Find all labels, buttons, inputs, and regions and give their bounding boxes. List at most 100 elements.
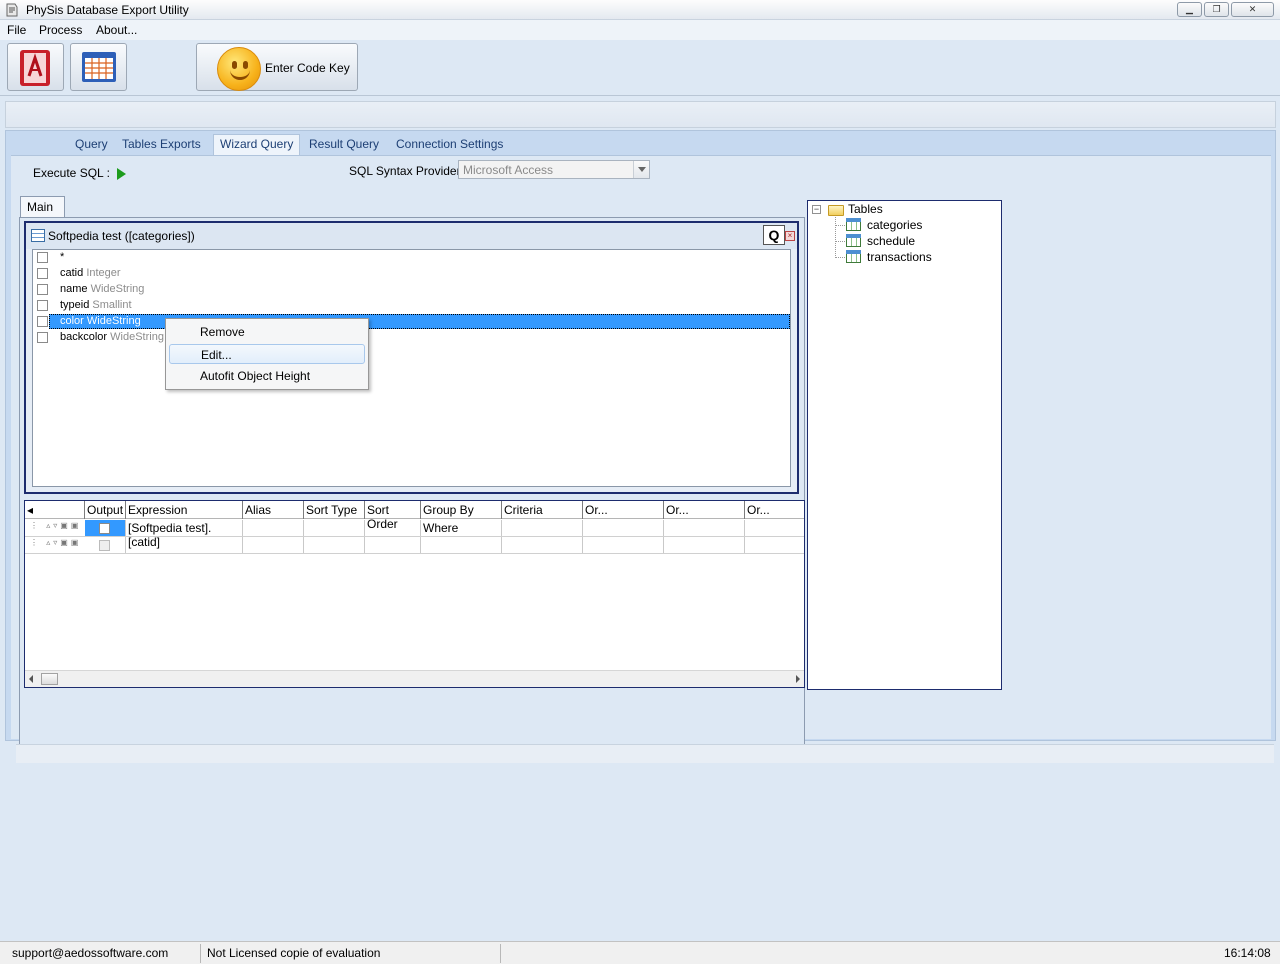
output-checkbox[interactable]: [99, 523, 110, 534]
close-icon[interactable]: ×: [785, 231, 795, 241]
maximize-button[interactable]: ❐: [1204, 2, 1229, 17]
access-icon: [20, 50, 50, 86]
column-header-expression[interactable]: Expression: [126, 501, 243, 519]
expression-cell[interactable]: [Softpedia test].[catid]: [126, 520, 243, 549]
scroll-thumb[interactable]: [41, 673, 58, 685]
alias-cell[interactable]: [243, 520, 304, 536]
toolbar: Enter Code Key: [0, 40, 1280, 96]
or-cell[interactable]: [745, 537, 804, 553]
tree-item-schedule[interactable]: schedule: [867, 234, 915, 250]
tab-query[interactable]: Query: [75, 137, 108, 156]
alias-cell[interactable]: [243, 537, 304, 553]
criteria-cell[interactable]: [502, 537, 583, 553]
tab-result-query[interactable]: Result Query: [309, 137, 379, 156]
syntax-provider-value: Microsoft Access: [463, 163, 554, 177]
menu-about[interactable]: About...: [96, 23, 137, 37]
table-object-window[interactable]: Softpedia test ([categories]) Q × * cati…: [24, 221, 799, 494]
chevron-down-icon[interactable]: [633, 161, 649, 178]
horizontal-scrollbar[interactable]: [25, 670, 804, 687]
table-export-button[interactable]: [70, 43, 127, 91]
collapse-icon[interactable]: −: [812, 205, 821, 214]
or-cell[interactable]: [745, 520, 804, 536]
sort-order-cell[interactable]: [365, 537, 421, 553]
table-icon: [82, 52, 116, 82]
menu-item-remove[interactable]: Remove: [169, 322, 365, 342]
minimize-button[interactable]: ▁: [1177, 2, 1202, 17]
column-header-output[interactable]: Output: [85, 501, 126, 519]
info-strip: [5, 101, 1276, 128]
folder-icon: [828, 205, 844, 216]
table-object-header[interactable]: Softpedia test ([categories]) Q ×: [26, 223, 797, 249]
or-cell[interactable]: [583, 520, 664, 536]
field-row[interactable]: backcolor WideString: [33, 330, 790, 346]
column-header-criteria[interactable]: Criteria: [502, 501, 583, 519]
sort-order-cell[interactable]: [365, 520, 421, 536]
criteria-grid: ◂ Output Expression Alias Sort Type Sort…: [24, 500, 805, 688]
field-checkbox[interactable]: [37, 316, 48, 327]
output-checkbox[interactable]: [99, 540, 110, 551]
column-header-or-3[interactable]: Or...: [745, 501, 804, 519]
syntax-provider-select[interactable]: Microsoft Access: [458, 160, 650, 179]
status-license: Not Licensed copie of evaluation: [201, 944, 501, 963]
column-header-or-1[interactable]: Or...: [583, 501, 664, 519]
criteria-cell[interactable]: [502, 520, 583, 536]
table-row[interactable]: ⋮ ▵▿▣▣: [25, 537, 804, 554]
expression-cell[interactable]: [126, 537, 243, 553]
menu-file[interactable]: File: [7, 23, 26, 37]
execute-sql-play-icon[interactable]: [117, 168, 126, 180]
group-by-cell[interactable]: [421, 537, 502, 553]
scroll-left-icon[interactable]: [29, 675, 33, 683]
table-icon: [846, 250, 861, 263]
column-header-sort-type[interactable]: Sort Type: [304, 501, 365, 519]
row-controls[interactable]: ⋮ ▵▿▣▣: [26, 538, 84, 552]
window-title: PhySis Database Export Utility: [26, 3, 189, 17]
access-export-button[interactable]: [7, 43, 64, 91]
status-email: support@aedossoftware.com: [6, 944, 201, 963]
column-header-group-by[interactable]: Group By: [421, 501, 502, 519]
menu-item-autofit-object-height[interactable]: Autofit Object Height: [169, 366, 365, 386]
field-type: WideString: [86, 315, 141, 327]
field-checkbox[interactable]: [37, 332, 48, 343]
tab-wizard-query[interactable]: Wizard Query: [213, 134, 301, 156]
or-cell[interactable]: [664, 537, 745, 553]
field-checkbox[interactable]: [37, 284, 48, 295]
sort-type-cell[interactable]: [304, 537, 365, 553]
grid-header: ◂ Output Expression Alias Sort Type Sort…: [25, 501, 804, 531]
group-by-cell[interactable]: Where: [421, 520, 502, 536]
field-row[interactable]: typeid Smallint: [33, 298, 790, 314]
field-name: *: [60, 251, 65, 263]
column-header-sort-order[interactable]: Sort Order: [365, 501, 421, 531]
query-properties-button[interactable]: Q: [763, 225, 785, 245]
field-row[interactable]: *: [33, 250, 790, 266]
output-cell[interactable]: [85, 520, 126, 536]
tab-tables-exports[interactable]: Tables Exports: [122, 137, 201, 156]
sort-type-cell[interactable]: [304, 520, 365, 536]
field-checkbox[interactable]: [37, 252, 48, 263]
column-header-alias[interactable]: Alias: [243, 501, 304, 519]
tree-root-tables[interactable]: Tables: [848, 202, 883, 218]
or-cell[interactable]: [583, 537, 664, 553]
field-name: name: [60, 283, 88, 295]
row-controls[interactable]: ⋮ ▵▿▣▣: [26, 521, 84, 535]
tree-item-transactions[interactable]: transactions: [867, 250, 932, 266]
menu-process[interactable]: Process: [39, 23, 82, 37]
tab-main[interactable]: Main: [20, 196, 65, 217]
enter-code-key-button[interactable]: Enter Code Key: [196, 43, 358, 91]
field-checkbox[interactable]: [37, 300, 48, 311]
table-row[interactable]: ⋮ ▵▿▣▣ [Softpedia test].[catid] Where: [25, 520, 804, 549]
field-row[interactable]: catid Integer: [33, 266, 790, 282]
field-row[interactable]: name WideString: [33, 282, 790, 298]
tree-item-categories[interactable]: categories: [867, 218, 922, 234]
menu-item-edit[interactable]: Edit...: [169, 344, 365, 364]
scroll-right-icon[interactable]: [796, 675, 800, 683]
or-cell[interactable]: [664, 520, 745, 536]
field-list: * catid Integer name WideString typeid S…: [32, 249, 791, 487]
close-button[interactable]: ✕: [1231, 2, 1274, 17]
column-header-or-2[interactable]: Or...: [664, 501, 745, 519]
field-checkbox[interactable]: [37, 268, 48, 279]
smiley-icon: [217, 47, 261, 91]
app-icon: [6, 3, 18, 17]
output-cell[interactable]: [85, 537, 126, 553]
field-row-selected[interactable]: color WideString: [33, 314, 790, 330]
tab-connection-settings[interactable]: Connection Settings: [396, 137, 503, 156]
